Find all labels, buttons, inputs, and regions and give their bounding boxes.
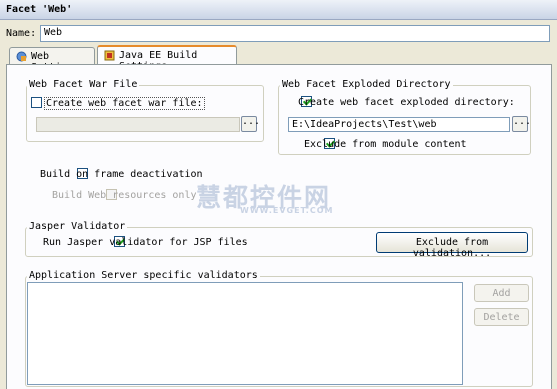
tab-javaee-build-settings[interactable]: Java EE Build Settings xyxy=(97,45,237,72)
name-label: Name: xyxy=(6,28,37,39)
web-settings-icon xyxy=(16,51,27,62)
build-web-only-label[interactable]: Build Web resources only xyxy=(52,190,197,201)
validators-list[interactable] xyxy=(27,282,463,385)
tab-web-settings[interactable]: Web Settings xyxy=(9,47,95,73)
war-browse-button[interactable]: ... xyxy=(241,116,260,132)
exclude-module-content-label[interactable]: Exclude from module content xyxy=(304,139,467,150)
create-war-label[interactable]: Create web facet war file: xyxy=(44,97,205,110)
run-jasper-label[interactable]: Run Jasper validator for JSP files xyxy=(43,237,248,248)
war-path-input[interactable] xyxy=(36,117,240,132)
create-exploded-label[interactable]: Create web facet exploded directory: xyxy=(298,97,515,108)
exploded-browse-button[interactable]: ... xyxy=(512,116,531,132)
watermark-url: WWW.EVGET.COM xyxy=(240,206,334,215)
name-input[interactable]: Web xyxy=(40,25,550,42)
war-file-group xyxy=(26,85,264,142)
window-title: Facet 'Web' xyxy=(0,0,557,20)
build-on-frame-label[interactable]: Build on frame deactivation xyxy=(40,169,203,180)
javaee-build-icon xyxy=(104,50,115,61)
exploded-path-input[interactable]: E:\IdeaProjects\Test\web xyxy=(288,117,510,132)
delete-validator-button[interactable]: Delete xyxy=(474,308,529,326)
war-file-group-title: Web Facet War File xyxy=(27,79,140,90)
create-war-checkbox[interactable] xyxy=(31,97,42,108)
app-server-validators-group-title: Application Server specific validators xyxy=(27,270,260,281)
exclude-from-validation-button[interactable]: Exclude from validation... xyxy=(376,232,528,259)
add-validator-button[interactable]: Add xyxy=(474,284,529,302)
exploded-dir-group-title: Web Facet Exploded Directory xyxy=(280,79,453,90)
jasper-validator-group-title: Jasper Validator xyxy=(27,221,128,232)
